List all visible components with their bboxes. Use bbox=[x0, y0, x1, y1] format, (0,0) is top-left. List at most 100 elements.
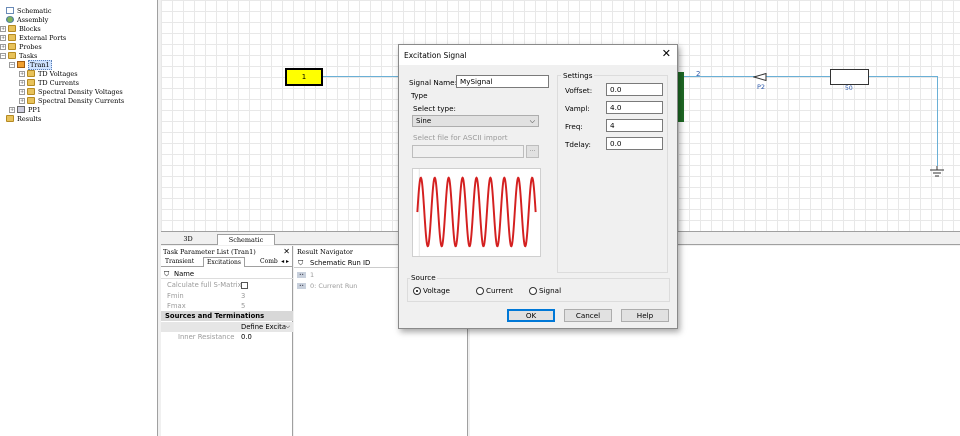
expand-icon[interactable]: + bbox=[19, 79, 25, 86]
tree-item-blocks[interactable]: + Blocks bbox=[0, 24, 41, 33]
filter-icon[interactable]: ⛉ bbox=[164, 269, 169, 279]
property-row[interactable]: Inner Resistance 0.0 bbox=[161, 332, 293, 342]
ascii-file-field bbox=[412, 145, 524, 158]
expand-icon[interactable]: + bbox=[0, 34, 6, 41]
property-row[interactable]: Fmin 3 bbox=[161, 291, 293, 301]
settings-group-label: Settings bbox=[561, 71, 595, 80]
expand-icon[interactable]: + bbox=[19, 97, 25, 104]
help-button[interactable]: Help bbox=[621, 309, 669, 322]
property-header: ⛉ Name bbox=[161, 269, 293, 279]
expand-icon[interactable]: + bbox=[0, 25, 6, 32]
freq-field[interactable]: 4 bbox=[606, 119, 663, 132]
tab-excitations[interactable]: Excitations bbox=[203, 257, 245, 267]
tab-schematic[interactable]: Schematic bbox=[217, 234, 275, 245]
define-excitation-row[interactable]: Define Excita ⌵ bbox=[161, 322, 293, 332]
signal-name-field[interactable]: MySignal bbox=[456, 75, 549, 88]
tree-item-external-ports[interactable]: + External Ports bbox=[0, 33, 66, 42]
signal-type-select[interactable]: Sine ⌵ bbox=[412, 115, 539, 127]
browse-button: ... bbox=[526, 145, 539, 158]
source-voltage-radio[interactable]: Voltage bbox=[413, 286, 450, 295]
expand-icon[interactable]: + bbox=[19, 70, 25, 77]
freq-label: Freq: bbox=[565, 122, 583, 131]
wire bbox=[937, 76, 938, 166]
tab-scroll-arrows[interactable]: ◂ ▸ bbox=[278, 257, 292, 267]
task-icon bbox=[17, 61, 25, 68]
expand-icon[interactable]: + bbox=[19, 88, 25, 95]
wire bbox=[869, 76, 937, 77]
schematic-icon bbox=[6, 7, 14, 14]
folder-icon bbox=[8, 25, 16, 32]
property-row[interactable]: Calculate full S-Matrix bbox=[161, 280, 293, 290]
expand-icon[interactable]: + bbox=[9, 106, 15, 113]
tree-item-spectral-density-voltages[interactable]: + Spectral Density Voltages bbox=[19, 87, 123, 96]
signal-preview-plot bbox=[412, 168, 541, 257]
tdelay-label: Tdelay: bbox=[565, 140, 591, 149]
property-row[interactable]: Fmax 5 bbox=[161, 301, 293, 311]
panel-title: Result Navigator bbox=[297, 248, 354, 256]
close-icon[interactable]: ✕ bbox=[662, 48, 671, 60]
probe-icon[interactable] bbox=[753, 73, 767, 81]
sine-waveform bbox=[416, 176, 537, 248]
source-group-label: Source bbox=[410, 273, 437, 282]
collapse-icon[interactable]: − bbox=[9, 61, 15, 68]
collapse-icon[interactable]: − bbox=[0, 52, 6, 59]
property-group[interactable]: Sources and Terminations bbox=[161, 311, 293, 321]
dialog-titlebar[interactable]: Excitation Signal ✕ bbox=[399, 45, 677, 65]
tree-item-tran1[interactable]: − Tran1 bbox=[9, 59, 52, 70]
cancel-button[interactable]: Cancel bbox=[564, 309, 612, 322]
chevron-down-icon: ⌵ bbox=[529, 117, 535, 125]
folder-icon bbox=[27, 97, 35, 104]
calculate-smatrix-checkbox[interactable] bbox=[241, 280, 248, 290]
signal-name-label: Signal Name: bbox=[409, 78, 457, 87]
folder-icon bbox=[8, 52, 16, 59]
voffset-label: Voffset: bbox=[565, 86, 593, 95]
expand-icon[interactable]: + bbox=[0, 43, 6, 50]
tab-3d[interactable]: 3D bbox=[161, 234, 215, 245]
tree-item-schematic[interactable]: Schematic bbox=[6, 6, 52, 15]
assembly-icon bbox=[6, 16, 14, 23]
ascii-import-label: Select file for ASCII import bbox=[413, 133, 508, 142]
select-type-label: Select type: bbox=[413, 104, 456, 113]
task-tab-strip: Transient Excitations Comb ◂ ▸ bbox=[161, 257, 293, 267]
wire bbox=[323, 76, 403, 77]
folder-icon bbox=[27, 70, 35, 77]
pin-icon[interactable]: •• bbox=[297, 283, 306, 289]
tree-item-td-voltages[interactable]: + TD Voltages bbox=[19, 69, 78, 78]
probe-label: P2 bbox=[757, 83, 766, 91]
folder-icon bbox=[8, 43, 16, 50]
source-current-radio[interactable]: Current bbox=[476, 286, 513, 295]
post-processing-icon bbox=[17, 106, 25, 113]
tab-transient[interactable]: Transient bbox=[162, 257, 197, 267]
excitation-signal-dialog: Excitation Signal ✕ Signal Name: MySigna… bbox=[398, 44, 678, 329]
panel-title: Task Parameter List (Tran1) bbox=[163, 248, 256, 256]
source-signal-radio[interactable]: Signal bbox=[529, 286, 561, 295]
close-icon[interactable]: ✕ bbox=[283, 247, 290, 256]
tree-item-results[interactable]: Results bbox=[6, 114, 41, 123]
ground-icon[interactable] bbox=[929, 166, 945, 178]
resistor-label: 50 bbox=[845, 85, 853, 92]
folder-icon bbox=[8, 34, 16, 41]
folder-icon bbox=[6, 115, 14, 122]
dialog-title: Excitation Signal bbox=[404, 51, 467, 60]
tree-item-assembly[interactable]: Assembly bbox=[6, 15, 48, 24]
tree-item-pp1[interactable]: + PP1 bbox=[9, 105, 41, 114]
ok-button[interactable]: OK bbox=[507, 309, 555, 322]
voffset-field[interactable]: 0.0 bbox=[606, 83, 663, 96]
folder-icon bbox=[27, 88, 35, 95]
folder-icon bbox=[27, 79, 35, 86]
tdelay-field[interactable]: 0.0 bbox=[606, 137, 663, 150]
filter-icon[interactable]: ⛉ bbox=[298, 258, 303, 268]
external-port-block[interactable]: 1 bbox=[285, 68, 323, 86]
task-parameter-panel: Task Parameter List (Tran1) ✕ Transient … bbox=[161, 246, 293, 436]
tree-item-spectral-density-currents[interactable]: + Spectral Density Currents bbox=[19, 96, 124, 105]
vampl-label: Vampl: bbox=[565, 104, 590, 113]
vampl-field[interactable]: 4.0 bbox=[606, 101, 663, 114]
resistor-symbol[interactable] bbox=[830, 69, 869, 85]
chevron-down-icon[interactable]: ⌵ bbox=[285, 322, 290, 332]
project-tree[interactable]: Schematic Assembly + Blocks + External P… bbox=[0, 0, 158, 436]
port-label: 2 bbox=[696, 70, 701, 78]
tree-item-td-currents[interactable]: + TD Currents bbox=[19, 78, 79, 87]
tree-item-probes[interactable]: + Probes bbox=[0, 42, 42, 51]
pin-icon[interactable]: •• bbox=[297, 272, 306, 278]
type-group-label: Type bbox=[411, 91, 428, 100]
